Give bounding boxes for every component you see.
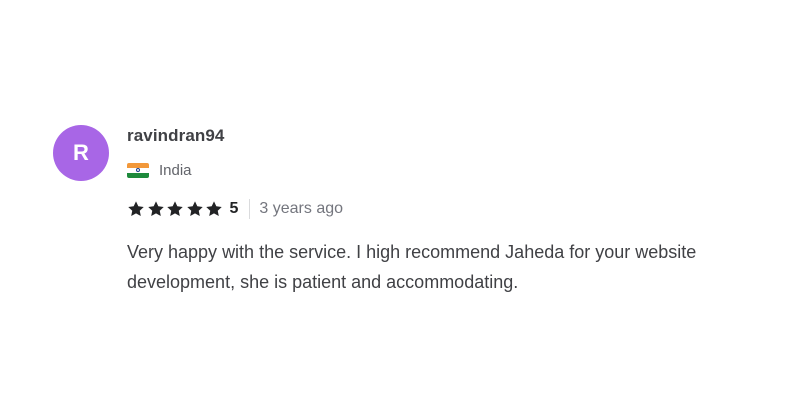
review-text: Very happy with the service. I high reco… xyxy=(127,242,697,292)
reviewer-username[interactable]: ravindran94 xyxy=(127,126,777,146)
review-card: R ravindran94 India 5 3 years ago Very h… xyxy=(53,125,783,297)
star-icon xyxy=(147,200,165,218)
rating-row: 5 3 years ago xyxy=(127,198,777,220)
review-time-ago: 3 years ago xyxy=(259,200,344,217)
reviewer-country: India xyxy=(127,161,777,179)
star-icon xyxy=(186,200,204,218)
star-rating xyxy=(127,200,225,218)
rating-value: 5 xyxy=(229,200,239,217)
avatar[interactable]: R xyxy=(53,125,109,181)
divider xyxy=(249,199,251,219)
review-content: ravindran94 India 5 3 years ago Very hap… xyxy=(127,126,777,297)
india-flag-icon xyxy=(127,162,149,178)
star-icon xyxy=(166,200,184,218)
country-name: India xyxy=(159,161,192,179)
star-icon xyxy=(205,200,223,218)
avatar-letter: R xyxy=(73,140,89,165)
star-icon xyxy=(127,200,145,218)
